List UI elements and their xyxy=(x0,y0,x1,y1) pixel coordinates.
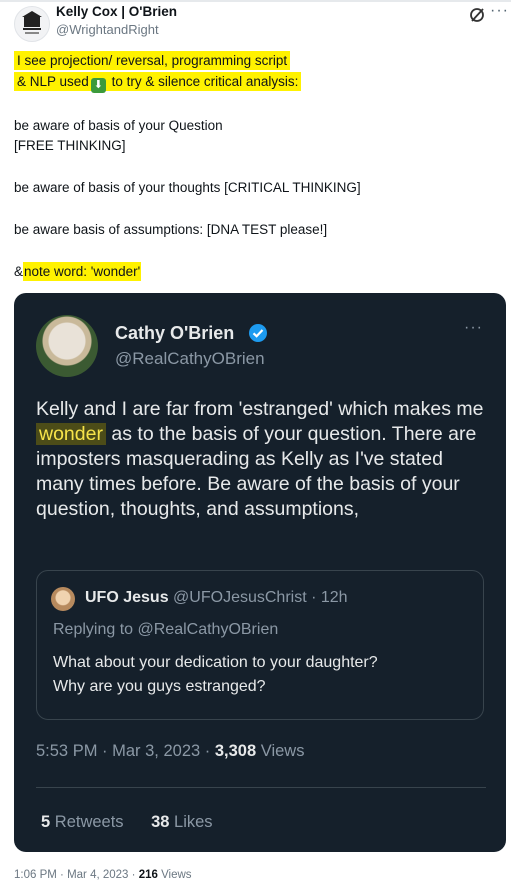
slash-circle-icon[interactable] xyxy=(468,6,486,24)
avatar xyxy=(51,587,75,611)
quoted-author: UFO Jesus @UFOJesusChrist · 12h xyxy=(85,589,348,607)
more-horizontal-icon[interactable]: ··· xyxy=(490,2,509,20)
embedded-timestamp: 5:53 PM · Mar 3, 2023 · 3,308 Views xyxy=(36,742,305,760)
highlighted-text: note word: 'wonder' xyxy=(23,262,142,281)
highlighted-text: I see projection/ reversal, programming … xyxy=(14,51,291,70)
time: 1:06 PM xyxy=(14,869,57,881)
quoted-text-line: What about your dedication to your daugh… xyxy=(53,654,378,671)
quoted-age: 12h xyxy=(320,589,348,606)
more-horizontal-icon: ··· xyxy=(464,319,483,336)
post-line-2: & NLP used ⬇ to try & silence critical an… xyxy=(14,72,302,93)
views-count: 3,308 xyxy=(214,742,257,760)
replying-to: Replying to @RealCathyOBrien xyxy=(53,621,279,638)
quoted-author-handle: @UFOJesusChrist xyxy=(173,589,307,606)
quoted-author-name: UFO Jesus xyxy=(85,589,169,606)
text-segment: to try & silence critical analysis: xyxy=(107,74,299,89)
avatar[interactable] xyxy=(14,6,50,42)
likes-count: 38 xyxy=(151,813,170,831)
post-line-1: I see projection/ reversal, programming … xyxy=(14,51,291,70)
separator: · xyxy=(311,589,317,606)
views-label: Views xyxy=(260,742,305,760)
views-label: Views xyxy=(161,869,192,881)
embedded-stats: 5 Retweets 38 Likes xyxy=(41,813,213,832)
post-line-6: be aware basis of assumptions: [DNA TEST… xyxy=(14,222,328,237)
text-segment: & NLP used xyxy=(17,74,89,89)
embedded-tweet-text: Kelly and I are far from 'estranged' whi… xyxy=(36,397,496,522)
quoted-text-line: Why are you guys estranged? xyxy=(53,678,266,695)
date: Mar 4, 2023 xyxy=(67,869,129,881)
down-arrow-emoji-icon: ⬇ xyxy=(90,78,106,93)
top-divider xyxy=(0,0,511,2)
text-segment: Kelly and I are far from 'estranged' whi… xyxy=(36,398,484,420)
retweets-label: Retweets xyxy=(54,813,124,831)
likes-label: Likes xyxy=(174,813,213,831)
author-name[interactable]: Kelly Cox | O'Brien xyxy=(56,4,177,19)
embedded-author-handle: @RealCathyOBrien xyxy=(115,349,265,368)
separator: · xyxy=(131,869,136,881)
date: Mar 3, 2023 xyxy=(112,742,201,760)
separator: · xyxy=(60,869,64,881)
highlighted-word: wonder xyxy=(36,423,106,445)
post-line-7: &note word: 'wonder' xyxy=(14,262,142,281)
divider xyxy=(36,787,486,788)
highlighted-text: & NLP used ⬇ to try & silence critical an… xyxy=(14,72,302,93)
embedded-tweet-image[interactable]: Cathy O'Brien @RealCathyOBrien ··· Kelly… xyxy=(14,293,506,852)
post-line-5: be aware of basis of your thoughts [CRIT… xyxy=(14,180,361,195)
text-segment: & xyxy=(14,264,24,279)
embedded-author-name: Cathy O'Brien xyxy=(115,323,235,343)
author-handle[interactable]: @WrightandRight xyxy=(56,22,159,37)
quoted-tweet: UFO Jesus @UFOJesusChrist · 12h Replying… xyxy=(36,570,484,720)
time: 5:53 PM xyxy=(36,742,98,760)
quoted-text: What about your dedication to your daugh… xyxy=(53,651,378,699)
views-count: 216 xyxy=(138,869,158,881)
post-line-3: be aware of basis of your Question xyxy=(14,118,223,133)
logo-avatar-icon xyxy=(22,11,42,34)
post-line-4: [FREE THINKING] xyxy=(14,138,126,153)
verified-badge-icon xyxy=(249,324,267,342)
avatar[interactable] xyxy=(36,315,98,377)
retweets-count: 5 xyxy=(41,813,51,831)
post-timestamp[interactable]: 1:06 PM · Mar 4, 2023 · 216 Views xyxy=(14,869,192,881)
